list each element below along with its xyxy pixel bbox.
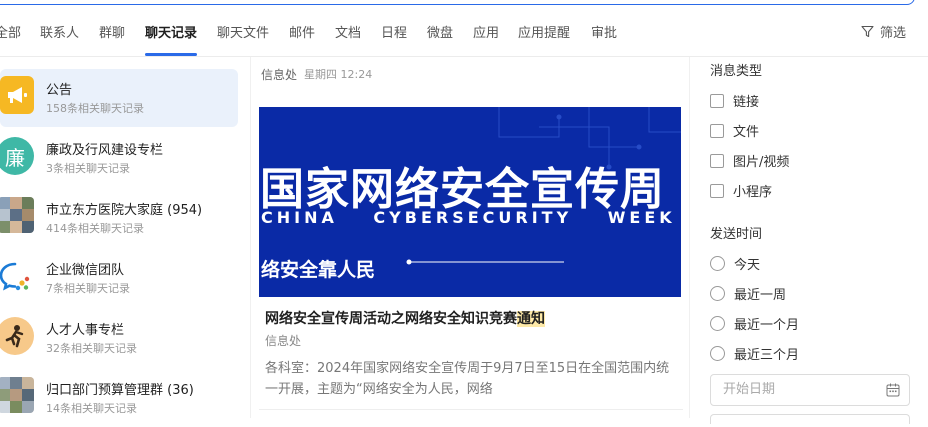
item-subtitle: 158条相关聊天记录 — [46, 102, 144, 115]
start-date-input[interactable] — [721, 381, 875, 398]
group-avatar — [0, 377, 34, 413]
runner-icon — [0, 317, 34, 355]
type-option-link[interactable]: 链接 — [710, 91, 759, 110]
tab-chat-records[interactable]: 聊天记录 — [145, 22, 197, 41]
item-subtitle: 3条相关聊天记录 — [46, 162, 130, 175]
time-option-today[interactable]: 今天 — [710, 254, 760, 273]
tab-apps[interactable]: 应用 — [473, 22, 499, 41]
time-option-three-months[interactable]: 最近三个月 — [710, 344, 799, 363]
list-item[interactable]: 公告 158条相关聊天记录 — [0, 69, 238, 127]
item-title: 人才人事专栏 — [46, 323, 125, 338]
radio[interactable] — [710, 346, 725, 361]
list-item[interactable]: 市立东方医院大家庭 (954) 414条相关聊天记录 — [0, 189, 238, 247]
tab-mail[interactable]: 邮件 — [289, 22, 315, 41]
start-date-field[interactable] — [710, 374, 910, 406]
item-subtitle: 7条相关聊天记录 — [46, 282, 130, 295]
article-banner-image[interactable]: 国家网络安全宣传周 CHINA CYBERSECURITY WEEK 络安全靠人… — [259, 107, 681, 297]
list-item[interactable]: 归口部门预算管理群 (36) 14条相关聊天记录 — [0, 369, 238, 427]
checkbox[interactable] — [710, 153, 724, 168]
time-option-month[interactable]: 最近一个月 — [710, 314, 799, 333]
message-panel: 信息处 星期四 12:24 国家网络安全宣传周 CHINA CYBERSECUR… — [251, 57, 689, 418]
message-time: 星期四 12:24 — [304, 68, 373, 81]
highlighted-keyword: 通知 — [517, 311, 545, 327]
filter-label: 筛选 — [879, 26, 906, 41]
time-option-week[interactable]: 最近一周 — [710, 284, 786, 303]
type-option-miniprogram[interactable]: 小程序 — [710, 181, 772, 200]
list-item[interactable]: 廉 廉政及行风建设专栏 3条相关聊天记录 — [0, 129, 238, 187]
megaphone-icon — [0, 76, 34, 114]
checkbox[interactable] — [710, 93, 724, 108]
item-subtitle: 32条相关聊天记录 — [46, 342, 137, 355]
message-divider — [259, 409, 683, 410]
article-source: 信息处 — [265, 334, 302, 348]
tab-docs[interactable]: 文档 — [335, 22, 361, 41]
category-tabs: 全部 联系人 群聊 聊天记录 聊天文件 邮件 文档 日程 微盘 应用 应用提醒 … — [0, 14, 928, 56]
banner-english: CHINA CYBERSECURITY WEEK — [261, 208, 676, 227]
radio[interactable] — [710, 316, 725, 331]
tab-all[interactable]: 全部 — [0, 22, 21, 41]
tab-app-notices[interactable]: 应用提醒 — [518, 22, 570, 41]
item-title: 企业微信团队 — [46, 263, 125, 278]
wecom-icon — [0, 257, 34, 295]
checkbox[interactable] — [710, 183, 724, 198]
item-subtitle: 14条相关聊天记录 — [46, 402, 137, 415]
article-title[interactable]: 网络安全宣传周活动之网络安全知识竞赛通知 — [265, 308, 545, 328]
end-date-field[interactable] — [710, 414, 910, 424]
tab-contacts[interactable]: 联系人 — [40, 22, 79, 41]
message-sender: 信息处 — [261, 68, 298, 82]
article-description: 各科室：2024年国家网络安全宣传周于9月7日至15日在全国范围内统一开展，主题… — [265, 361, 670, 397]
message-type-title: 消息类型 — [710, 64, 763, 79]
list-item[interactable]: 人才人事专栏 32条相关聊天记录 — [0, 309, 238, 367]
search-bar-edge[interactable] — [0, 0, 928, 8]
radio[interactable] — [710, 286, 725, 301]
type-option-file[interactable]: 文件 — [710, 121, 759, 140]
radio[interactable] — [710, 256, 725, 271]
avatar: 廉 — [0, 137, 34, 175]
banner-slogan: 络安全靠人民 — [261, 259, 376, 281]
results-list: 公告 158条相关聊天记录 廉 廉政及行风建设专栏 3条相关聊天记录 市立东方医… — [0, 57, 248, 418]
list-item[interactable]: 企业微信团队 7条相关聊天记录 — [0, 249, 238, 307]
item-title: 归口部门预算管理群 (36) — [46, 383, 194, 398]
tab-schedule[interactable]: 日程 — [381, 22, 407, 41]
item-subtitle: 414条相关聊天记录 — [46, 222, 144, 235]
tab-approval[interactable]: 审批 — [591, 22, 617, 41]
group-avatar — [0, 197, 34, 233]
tab-groups[interactable]: 群聊 — [99, 22, 125, 41]
type-option-media[interactable]: 图片/视频 — [710, 151, 789, 170]
tab-chat-files[interactable]: 聊天文件 — [217, 22, 269, 41]
item-title: 市立东方医院大家庭 (954) — [46, 203, 203, 218]
checkbox[interactable] — [710, 123, 724, 138]
filter-button[interactable]: 筛选 — [861, 22, 906, 41]
send-time-title: 发送时间 — [710, 227, 763, 242]
calendar-icon[interactable] — [886, 383, 900, 397]
tab-drive[interactable]: 微盘 — [427, 22, 453, 41]
item-title: 公告 — [46, 83, 73, 98]
item-title: 廉政及行风建设专栏 — [46, 143, 164, 158]
filter-icon — [861, 25, 874, 38]
